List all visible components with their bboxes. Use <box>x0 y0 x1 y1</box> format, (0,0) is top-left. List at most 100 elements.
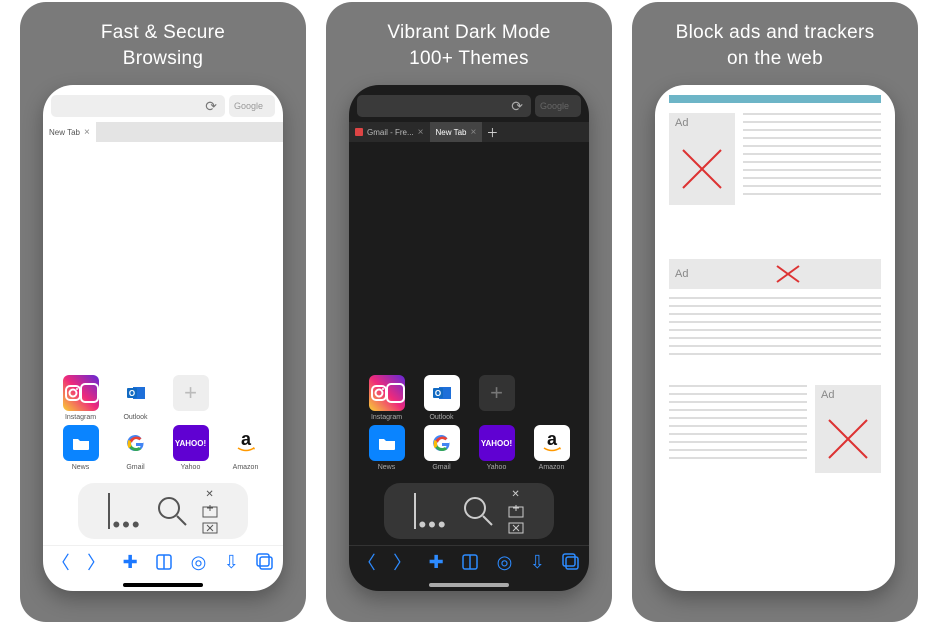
shortcut-instagram[interactable]: Instagram <box>363 375 410 421</box>
back-icon[interactable]: 〈 <box>52 549 70 575</box>
back-icon[interactable]: 〈 <box>358 549 376 575</box>
refresh-icon[interactable]: ⟳ <box>511 98 523 115</box>
shortcut-instagram[interactable]: Instagram <box>57 375 104 421</box>
tab-strip: New Tab × <box>43 122 283 142</box>
shortcut-grid: Instagram O Outlook + News <box>349 369 589 477</box>
close-tab-mini-icon[interactable] <box>202 522 218 534</box>
shortcut-gmail[interactable]: Gmail <box>418 425 465 471</box>
shortcut-news[interactable]: News <box>57 425 104 471</box>
shortcut-news[interactable]: News <box>363 425 410 471</box>
close-icon[interactable]: × <box>471 127 477 138</box>
ad-label: Ad <box>815 385 881 405</box>
url-field[interactable]: ⟳ <box>51 95 225 117</box>
tab-new[interactable]: New Tab × <box>43 122 96 142</box>
shortcut-label: News <box>378 464 396 471</box>
download-icon[interactable]: ⇩ <box>530 552 545 573</box>
tab-strip: Gmail - Fre... × New Tab × ＋ <box>349 122 589 142</box>
shortcut-outlook[interactable]: O Outlook <box>418 375 465 421</box>
close-icon[interactable]: × <box>84 127 90 138</box>
shortcut-amazon[interactable]: a Amazon <box>222 425 269 471</box>
shortcut-label: Outlook <box>429 414 453 421</box>
home-indicator <box>123 583 203 587</box>
ad-placeholder: Ad <box>669 113 735 205</box>
close-icon[interactable]: × <box>418 127 424 138</box>
plus-icon: + <box>173 375 209 411</box>
new-tab-content: Instagram O Outlook + News <box>349 142 589 591</box>
plus-icon[interactable]: ✚ <box>123 552 138 573</box>
panel-title: Block ads and trackerson the web <box>676 20 875 71</box>
instagram-icon <box>63 375 99 411</box>
google-icon <box>118 425 154 461</box>
tab-label: Gmail - Fre... <box>367 128 414 137</box>
forward-icon[interactable]: 〉 <box>87 549 105 575</box>
shortcut-label: Instagram <box>371 414 402 421</box>
caret-icon <box>108 493 110 529</box>
svg-text:O: O <box>128 389 134 398</box>
shortcut-gmail[interactable]: Gmail <box>112 425 159 471</box>
shortcut-label: Gmail <box>432 464 450 471</box>
shortcut-label: Amazon <box>539 464 565 471</box>
quick-dock: ••• ✕ <box>384 483 554 539</box>
dots-icon: ••• <box>112 521 141 529</box>
new-tab-button[interactable]: ＋ <box>482 122 502 142</box>
bookmarks-icon[interactable] <box>461 553 479 571</box>
plus-icon[interactable]: ✚ <box>429 552 444 573</box>
shortcut-outlook[interactable]: O Outlook <box>112 375 159 421</box>
amazon-icon: a <box>228 425 264 461</box>
tabs-icon[interactable] <box>256 553 274 571</box>
new-tab-content: Instagram O Outlook + News <box>43 142 283 591</box>
svg-text:a: a <box>240 430 251 449</box>
bookmarks-icon[interactable] <box>155 553 173 571</box>
shortcut-label: News <box>72 464 90 471</box>
dots-icon: ••• <box>418 521 447 529</box>
address-bar: ⟳ Google <box>357 95 581 117</box>
shortcut-label: Instagram <box>65 414 96 421</box>
panel-title: Vibrant Dark Mode100+ Themes <box>387 20 550 71</box>
search-button[interactable] <box>460 493 496 529</box>
shortcut-yahoo[interactable]: YAHOO! Yahoo <box>167 425 214 471</box>
gmail-favicon-icon <box>355 128 363 136</box>
dock-extra[interactable]: ✕ <box>202 489 218 534</box>
ad-label: Ad <box>669 113 735 133</box>
blocked-x-icon <box>669 133 735 205</box>
promo-panel-1: Fast & SecureBrowsing ⟳ Google New Tab ×… <box>20 2 306 622</box>
close-tab-mini-icon[interactable] <box>508 522 524 534</box>
shortcut-amazon[interactable]: a Amazon <box>528 425 575 471</box>
search-button[interactable] <box>154 493 190 529</box>
shortcut-add[interactable]: + <box>473 375 520 421</box>
tab-gmail[interactable]: Gmail - Fre... × <box>349 122 430 142</box>
search-engine-field[interactable]: Google <box>535 95 581 117</box>
bottom-toolbar: 〈 〉 ✚ ◎ ⇩ <box>43 545 283 583</box>
search-engine-field[interactable]: Google <box>229 95 275 117</box>
shortcut-yahoo[interactable]: YAHOO! Yahoo <box>473 425 520 471</box>
promo-panel-2: Vibrant Dark Mode100+ Themes ⟳ Google Gm… <box>326 2 612 622</box>
shortcut-label: Outlook <box>123 414 147 421</box>
close-mini-icon[interactable]: ✕ <box>205 489 213 500</box>
download-icon[interactable]: ⇩ <box>224 552 239 573</box>
folder-icon <box>369 425 405 461</box>
dock-extra[interactable]: ✕ <box>508 489 524 534</box>
shortcut-add[interactable]: + <box>167 375 214 421</box>
refresh-icon[interactable]: ⟳ <box>205 98 217 115</box>
tab-new[interactable]: New Tab × <box>430 122 483 142</box>
yahoo-icon: YAHOO! <box>479 425 515 461</box>
target-icon[interactable]: ◎ <box>191 552 207 573</box>
plus-icon: + <box>479 375 515 411</box>
svg-text:a: a <box>546 430 557 449</box>
google-icon <box>424 425 460 461</box>
url-field[interactable]: ⟳ <box>357 95 531 117</box>
close-mini-icon[interactable]: ✕ <box>511 489 519 500</box>
add-tab-mini-icon[interactable] <box>508 504 524 518</box>
add-tab-mini-icon[interactable] <box>202 504 218 518</box>
forward-icon[interactable]: 〉 <box>393 549 411 575</box>
shortcut-label: Amazon <box>233 464 259 471</box>
outlook-icon: O <box>424 375 460 411</box>
type-url-button[interactable]: ••• <box>414 493 447 529</box>
tabs-icon[interactable] <box>562 553 580 571</box>
type-url-button[interactable]: ••• <box>108 493 141 529</box>
tab-label: New Tab <box>49 128 80 137</box>
amazon-icon: a <box>534 425 570 461</box>
target-icon[interactable]: ◎ <box>497 552 513 573</box>
text-lines <box>743 113 881 205</box>
bottom-toolbar: 〈 〉 ✚ ◎ ⇩ <box>349 545 589 583</box>
